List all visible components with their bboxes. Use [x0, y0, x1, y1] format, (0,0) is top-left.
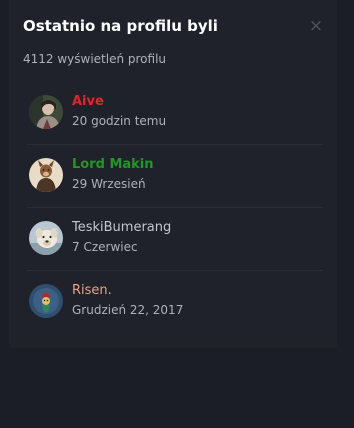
list-item: Aive 20 godzin temu — [27, 82, 323, 145]
recent-visitors-panel: Ostatnio na profilu byli × 4112 wyświetl… — [9, 0, 337, 348]
visit-time: 7 Czerwiec — [72, 240, 138, 254]
visit-time: Grudzień 22, 2017 — [72, 303, 184, 317]
visit-time: 20 godzin temu — [72, 114, 167, 128]
visitor-list: Aive 20 godzin temu Lord Makin 29 Wrzesi… — [27, 82, 323, 333]
list-item: Lord Makin 29 Wrzesień — [27, 145, 323, 208]
panel-header: Ostatnio na profilu byli × — [23, 15, 323, 39]
visitor-name[interactable]: Lord Makin — [72, 156, 154, 174]
visitor-name[interactable]: TeskiBumerang — [72, 219, 171, 237]
panel-title: Ostatnio na profilu byli — [23, 17, 218, 35]
profile-views-count: 4112 wyświetleń profilu — [23, 52, 167, 66]
visitor-name[interactable]: Aive — [72, 93, 104, 111]
avatar[interactable] — [29, 95, 63, 129]
list-item: Risen. Grudzień 22, 2017 — [27, 271, 323, 333]
avatar[interactable] — [29, 158, 63, 192]
avatar[interactable] — [29, 284, 63, 318]
avatar[interactable] — [29, 221, 63, 255]
list-item: TeskiBumerang 7 Czerwiec — [27, 208, 323, 271]
visit-time: 29 Wrzesień — [72, 177, 146, 191]
close-icon[interactable]: × — [307, 15, 325, 37]
visitor-name[interactable]: Risen. — [72, 282, 112, 300]
